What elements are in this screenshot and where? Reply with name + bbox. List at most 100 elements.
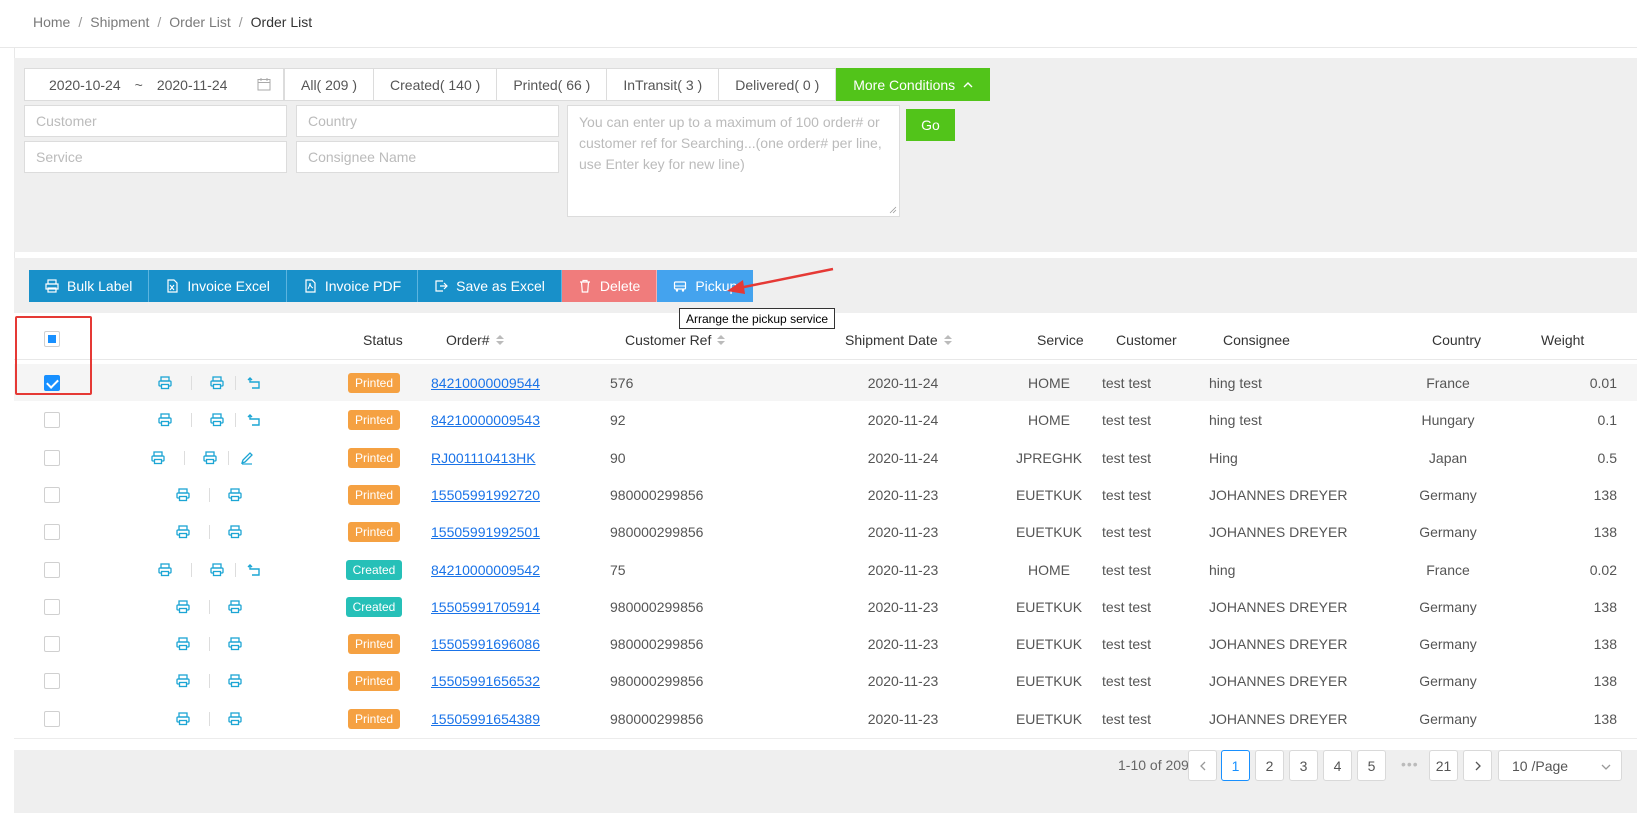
shipment-date-cell: 2020-11-23 <box>867 561 939 578</box>
country-cell: Germany <box>1419 673 1477 690</box>
print-invoice-icon[interactable] <box>209 562 225 578</box>
row-checkbox[interactable] <box>44 636 60 653</box>
print-label-icon[interactable] <box>157 412 173 428</box>
tab-delivered[interactable]: Delivered( 0 ) <box>719 68 837 101</box>
page-last-button[interactable]: 21 <box>1429 750 1458 781</box>
customer-cell: test test <box>1102 710 1152 727</box>
service-cell: EUETKUK <box>1015 486 1083 503</box>
table-row[interactable]: Printed 15505991992501 980000299856 2020-11… <box>14 513 1637 553</box>
column-order[interactable]: Order# <box>446 320 504 360</box>
delete-button[interactable]: Delete <box>561 270 658 302</box>
table-row[interactable]: Printed RJ001110413HK 90 2020-11-24 JPREGHK t… <box>14 438 1637 478</box>
page-5-button[interactable]: 5 <box>1357 750 1386 781</box>
order-link[interactable]: 15505991992720 <box>431 487 540 503</box>
print-invoice-icon[interactable] <box>227 524 243 540</box>
tab-intransit[interactable]: InTransit( 3 ) <box>607 68 720 101</box>
order-link[interactable]: 15505991656532 <box>431 673 540 689</box>
print-invoice-icon[interactable] <box>227 636 243 652</box>
order-link[interactable]: 15505991654389 <box>431 711 540 727</box>
print-label-icon[interactable] <box>157 375 173 391</box>
service-input[interactable]: Service <box>24 141 287 173</box>
save-as-excel-button[interactable]: Save as Excel <box>418 270 562 302</box>
row-checkbox[interactable] <box>44 710 60 727</box>
print-invoice-icon[interactable] <box>227 673 243 689</box>
next-page-button[interactable] <box>1463 750 1492 781</box>
tab-printed[interactable]: Printed( 66 ) <box>497 68 608 101</box>
bulk-label-button[interactable]: Bulk Label <box>29 270 150 302</box>
print-label-icon[interactable] <box>175 524 191 540</box>
sort-icon[interactable] <box>495 335 504 345</box>
row-checkbox[interactable] <box>44 598 60 615</box>
order-link[interactable]: RJ001110413HK <box>431 450 536 466</box>
pagination-ellipsis[interactable]: ••• <box>1401 756 1419 772</box>
breadcrumb-shipment[interactable]: Shipment <box>90 14 149 30</box>
status-cell: Printed <box>337 364 411 402</box>
row-checkbox[interactable] <box>44 673 60 690</box>
table-row[interactable]: Printed 84210000009544 576 2020-11-24 HOME te… <box>14 364 1637 403</box>
table-row[interactable]: Printed 15505991992720 980000299856 2020-11… <box>14 475 1637 515</box>
print-invoice-icon[interactable] <box>227 711 243 727</box>
page-size-select[interactable]: 10 /Page <box>1498 750 1622 781</box>
country-cell: Germany <box>1419 598 1477 615</box>
date-range-picker[interactable]: 2020-10-24 ~ 2020-11-24 <box>24 68 284 101</box>
page-4-button[interactable]: 4 <box>1323 750 1352 781</box>
customer-cell: test test <box>1102 636 1152 653</box>
row-checkbox[interactable] <box>44 486 60 503</box>
table-row[interactable]: Printed 84210000009543 92 2020-11-24 HOME tes… <box>14 401 1637 441</box>
order-link[interactable]: 15505991705914 <box>431 599 540 615</box>
row-checkbox[interactable] <box>44 524 60 541</box>
more-conditions-button[interactable]: More Conditions <box>836 68 991 101</box>
resize-grip-icon[interactable] <box>889 206 897 214</box>
table-row[interactable]: Printed 15505991654389 980000299856 2020-11… <box>14 699 1637 739</box>
print-invoice-icon[interactable] <box>227 487 243 503</box>
column-shipment-date[interactable]: Shipment Date <box>845 320 952 360</box>
breadcrumb-order-list[interactable]: Order List <box>169 14 230 30</box>
date-end[interactable]: 2020-11-24 <box>157 77 228 93</box>
table-row[interactable]: Created 15505991705914 980000299856 2020-11… <box>14 587 1637 627</box>
sort-icon[interactable] <box>717 335 726 345</box>
page-1-button[interactable]: 1 <box>1221 750 1250 781</box>
page-3-button[interactable]: 3 <box>1289 750 1318 781</box>
print-invoice-icon[interactable] <box>202 450 218 466</box>
go-button[interactable]: Go <box>906 109 955 141</box>
date-start[interactable]: 2020-10-24 <box>49 77 121 93</box>
order-link[interactable]: 84210000009542 <box>431 562 540 578</box>
order-link[interactable]: 84210000009543 <box>431 412 540 428</box>
print-invoice-icon[interactable] <box>227 599 243 615</box>
table-row[interactable]: Printed 15505991696086 980000299856 2020-11… <box>14 625 1637 665</box>
print-invoice-icon[interactable] <box>209 412 225 428</box>
breadcrumb-home[interactable]: Home <box>33 14 70 30</box>
order-link[interactable]: 15505991992501 <box>431 524 540 540</box>
chevron-left-icon <box>1199 761 1205 770</box>
print-label-icon[interactable] <box>175 487 191 503</box>
order-link[interactable]: 15505991696086 <box>431 636 540 652</box>
invoice-pdf-button[interactable]: Invoice PDF <box>286 270 419 302</box>
customer-input[interactable]: Customer <box>24 105 287 137</box>
page-2-button[interactable]: 2 <box>1255 750 1284 781</box>
row-checkbox[interactable] <box>44 561 60 578</box>
print-invoice-icon[interactable] <box>209 375 225 391</box>
order-search-textarea[interactable]: You can enter up to a maximum of 100 ord… <box>567 105 900 217</box>
print-label-icon[interactable] <box>150 450 166 466</box>
table-row[interactable]: Created 84210000009542 75 2020-11-23 HOME tes… <box>14 550 1637 590</box>
print-label-icon[interactable] <box>175 711 191 727</box>
return-icon[interactable] <box>246 562 262 578</box>
invoice-excel-button[interactable]: Invoice Excel <box>149 270 287 302</box>
row-checkbox[interactable] <box>44 449 60 466</box>
edit-icon[interactable] <box>239 450 255 466</box>
table-row[interactable]: Printed 15505991656532 980000299856 2020-11… <box>14 662 1637 702</box>
print-label-icon[interactable] <box>175 673 191 689</box>
order-link[interactable]: 84210000009544 <box>431 375 540 391</box>
tab-all[interactable]: All( 209 ) <box>284 68 375 101</box>
sort-icon[interactable] <box>943 335 952 345</box>
return-icon[interactable] <box>246 412 262 428</box>
row-checkbox[interactable] <box>44 412 60 429</box>
prev-page-button[interactable] <box>1188 750 1217 781</box>
return-icon[interactable] <box>246 375 262 391</box>
tab-created[interactable]: Created( 140 ) <box>374 68 498 101</box>
print-label-icon[interactable] <box>175 636 191 652</box>
print-label-icon[interactable] <box>175 599 191 615</box>
consignee-name-input[interactable]: Consignee Name <box>296 141 559 173</box>
print-label-icon[interactable] <box>157 562 173 578</box>
country-input[interactable]: Country <box>296 105 559 137</box>
